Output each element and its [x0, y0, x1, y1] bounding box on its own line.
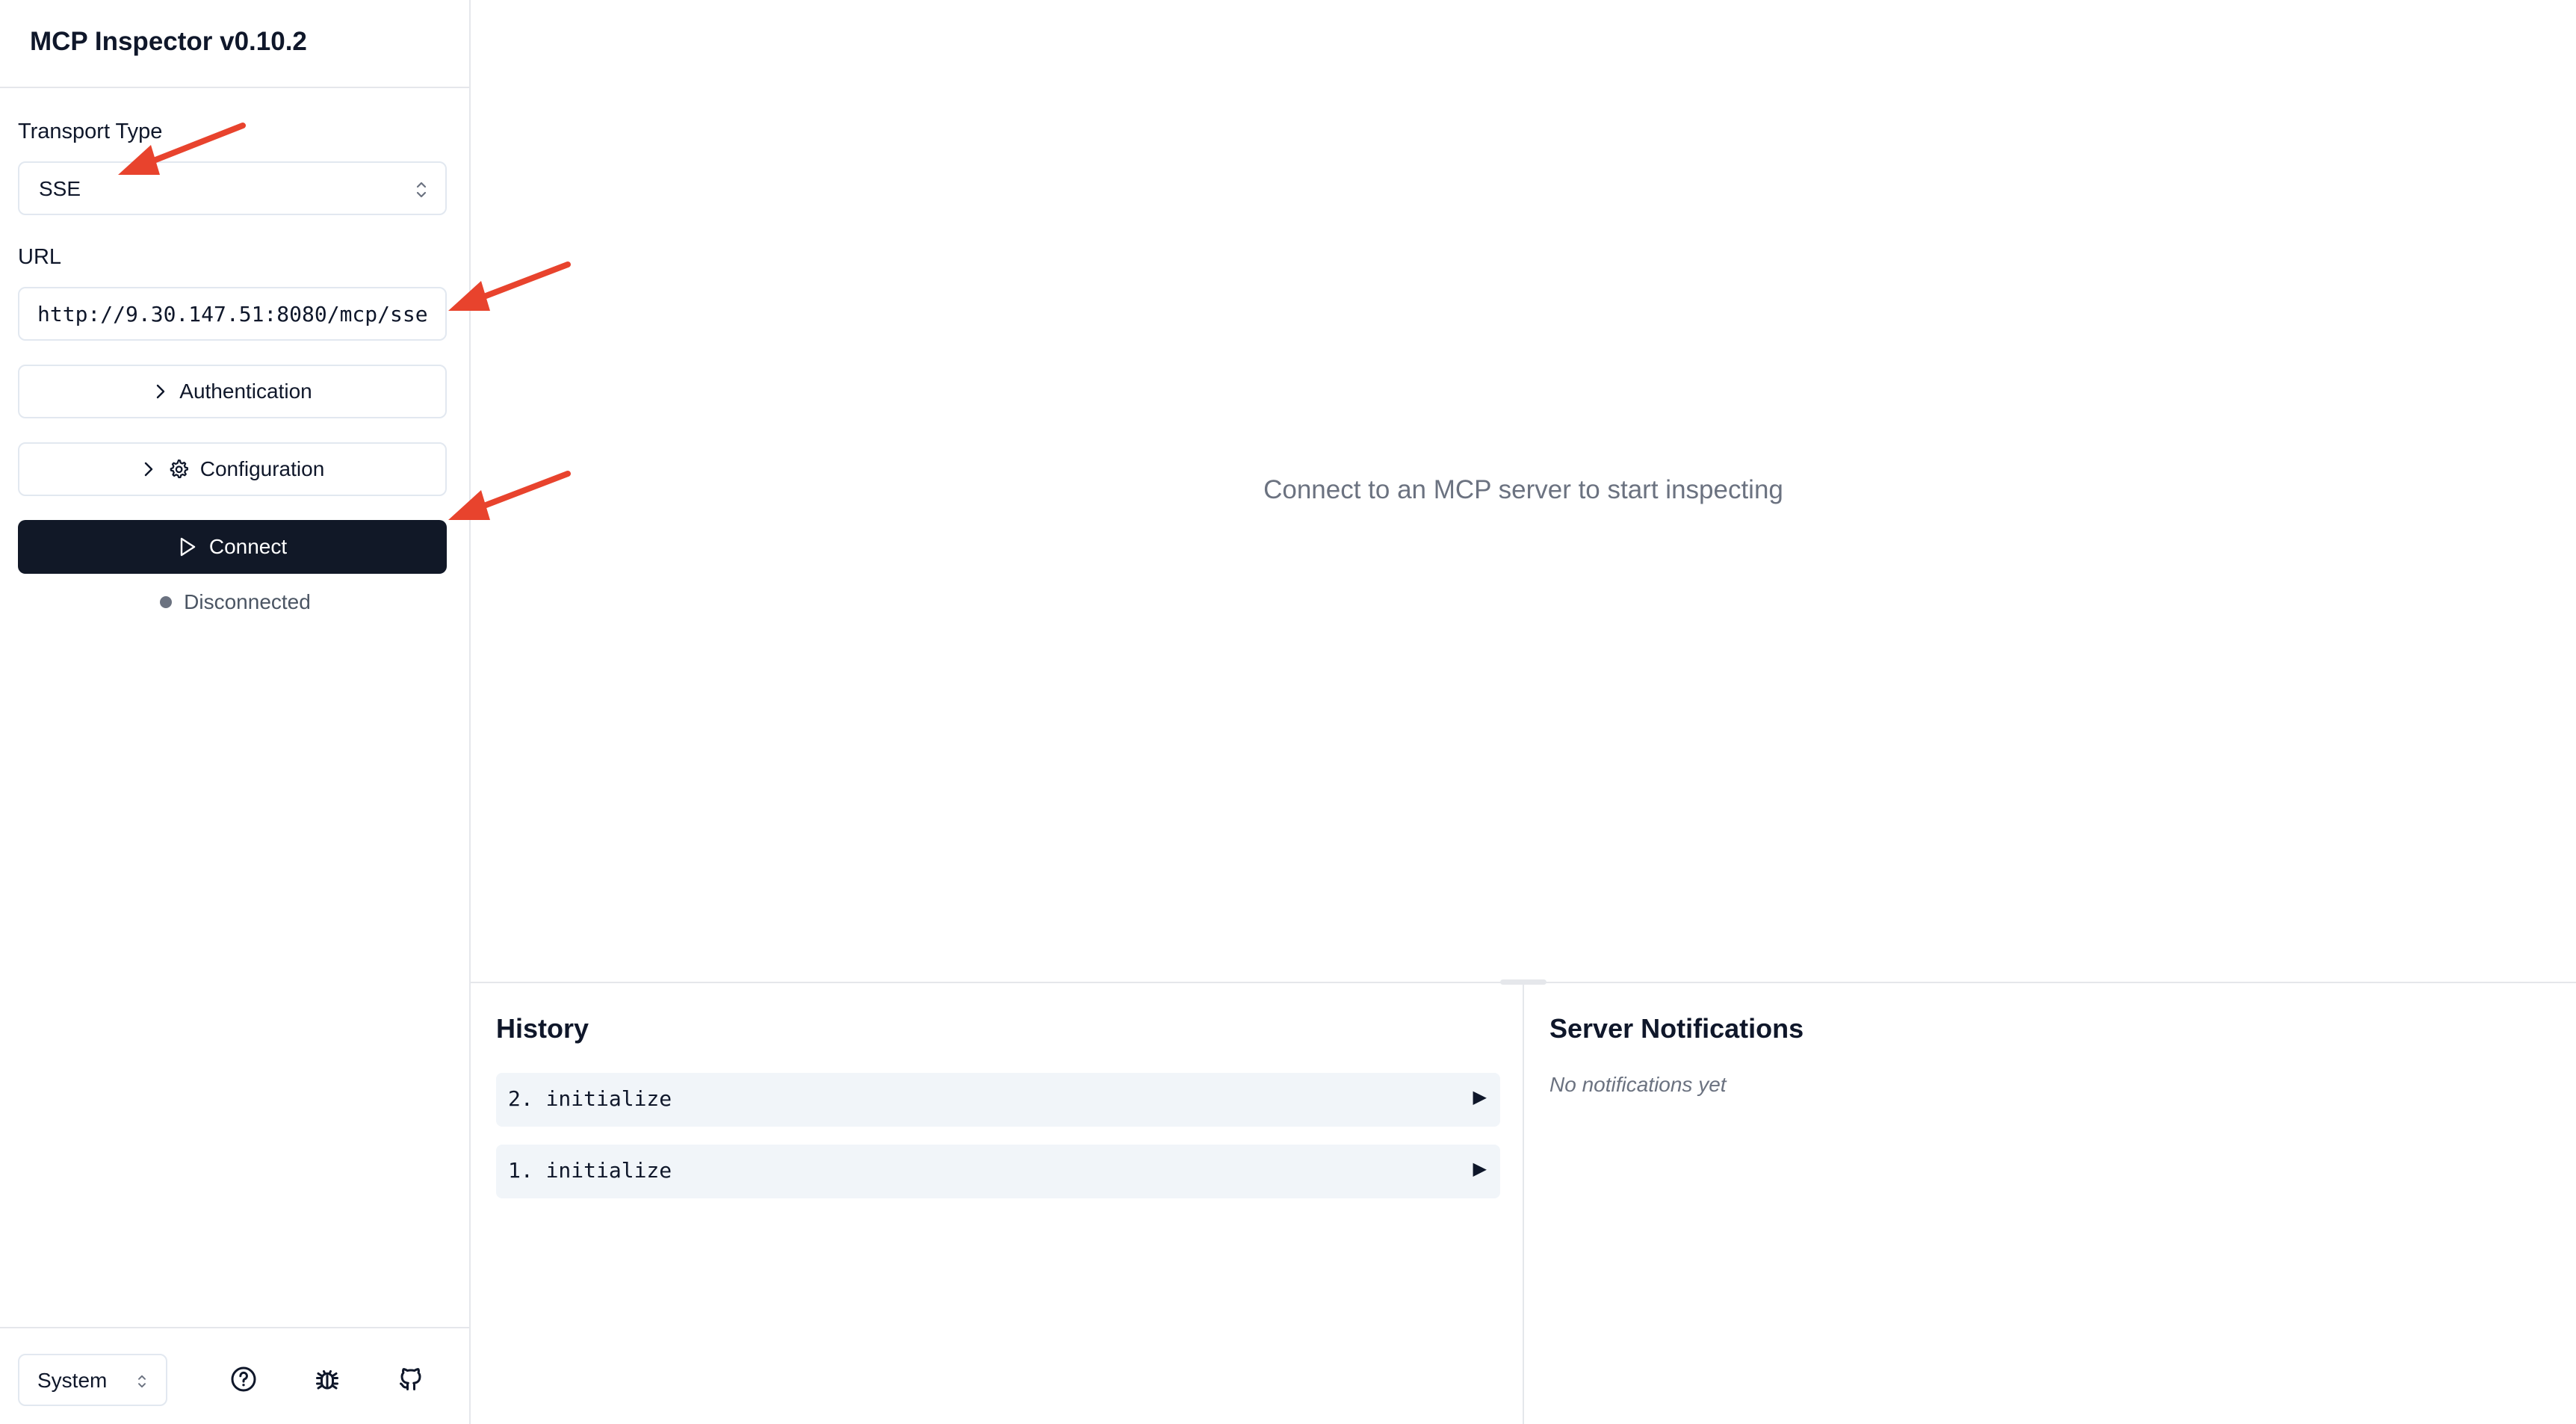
transport-type-value: SSE — [39, 177, 81, 200]
chevron-up-down-icon — [138, 1375, 146, 1388]
transport-type-label: Transport Type — [18, 120, 163, 143]
configuration-button[interactable]: Configuration — [18, 442, 447, 496]
authentication-label: Authentication — [179, 380, 312, 403]
url-label: URL — [18, 245, 62, 269]
connect-button[interactable]: Connect — [18, 520, 447, 574]
history-panel: History 2. initialize ▶ 1. initialize ▶ — [471, 983, 1524, 1424]
empty-state-message: Connect to an MCP server to start inspec… — [1263, 475, 1783, 504]
gear-icon — [170, 459, 188, 479]
app-root: MCP Inspector v0.10.2 Transport Type SSE… — [0, 0, 2576, 1424]
notifications-empty-message: No notifications yet — [1549, 1073, 1727, 1096]
notifications-title: Server Notifications — [1549, 1013, 1804, 1044]
help-icon[interactable] — [230, 1366, 257, 1393]
history-item[interactable]: 1. initialize ▶ — [496, 1145, 1500, 1198]
authentication-button[interactable]: Authentication — [18, 365, 447, 418]
server-notifications-panel: Server Notifications No notifications ye… — [1524, 983, 2576, 1424]
history-title: History — [496, 1013, 589, 1044]
sidebar-footer: System — [0, 1327, 471, 1424]
expand-arrow-icon[interactable]: ▶ — [1473, 1086, 1487, 1108]
history-item[interactable]: 2. initialize ▶ — [496, 1073, 1500, 1127]
status-text: Disconnected — [184, 590, 311, 613]
history-item-label: 1. initialize — [508, 1158, 672, 1183]
chevron-right-icon — [157, 384, 165, 399]
theme-value: System — [37, 1369, 108, 1392]
sidebar-header: MCP Inspector v0.10.2 — [0, 0, 471, 88]
bug-icon[interactable] — [314, 1366, 341, 1393]
play-icon — [180, 537, 196, 557]
chevron-up-down-icon — [416, 182, 427, 198]
theme-select[interactable]: System — [18, 1354, 167, 1406]
transport-type-select[interactable]: SSE — [18, 161, 447, 215]
connect-label: Connect — [208, 535, 288, 558]
url-input[interactable] — [18, 287, 447, 341]
history-item-label: 2. initialize — [508, 1086, 672, 1111]
chevron-right-icon — [144, 462, 152, 477]
github-icon[interactable] — [397, 1366, 424, 1393]
sidebar: MCP Inspector v0.10.2 Transport Type SSE… — [0, 0, 471, 1424]
configuration-label: Configuration — [199, 457, 325, 480]
main-content: Connect to an MCP server to start inspec… — [471, 0, 2576, 982]
connection-status: Disconnected — [0, 587, 471, 617]
app-title: MCP Inspector v0.10.2 — [30, 27, 307, 56]
status-dot — [160, 596, 173, 608]
expand-arrow-icon[interactable]: ▶ — [1473, 1158, 1487, 1180]
